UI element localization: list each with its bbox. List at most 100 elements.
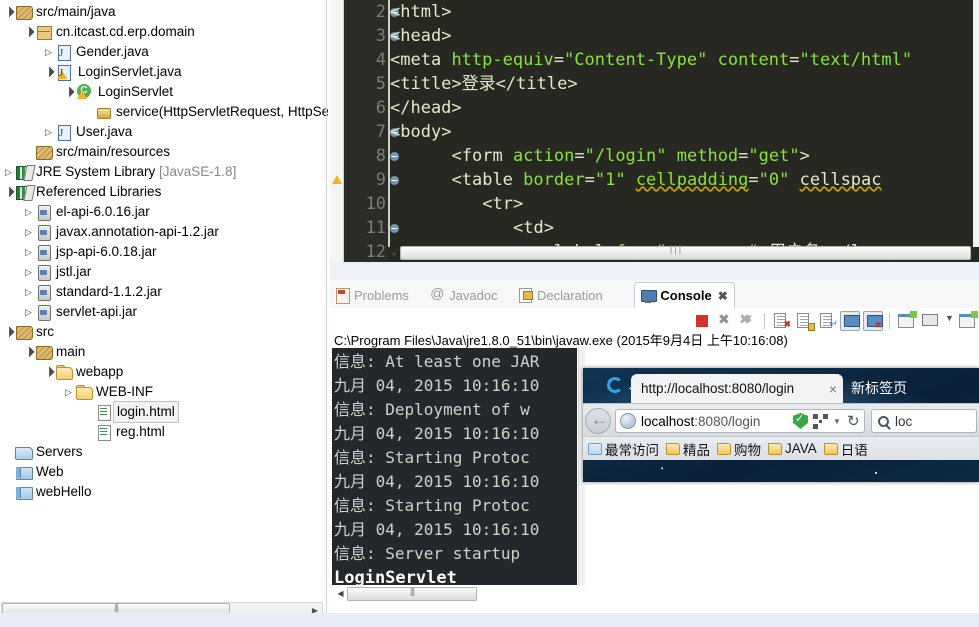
expand-arrow-icon[interactable]: [62, 382, 75, 402]
tree-item-service-httpservletrequest-httpserv[interactable]: service(HttpServletRequest, HttpServ: [0, 102, 328, 122]
code-line[interactable]: <title>登录</title>: [390, 72, 979, 96]
bookmark-most-visited[interactable]: 最常访问: [586, 439, 661, 459]
tree-item-loginservlet-java[interactable]: LoginServlet.java: [0, 62, 322, 83]
tree-item-main[interactable]: main: [0, 342, 322, 362]
close-tab-icon[interactable]: ✖: [718, 289, 728, 303]
tree-item-user-java[interactable]: User.java: [0, 122, 322, 143]
search-input[interactable]: loc: [871, 409, 977, 433]
expand-arrow-icon[interactable]: [22, 202, 35, 222]
scrollbar-thumb[interactable]: [347, 586, 477, 601]
browser-content-area[interactable]: [583, 460, 979, 482]
reload-icon[interactable]: ↻: [847, 412, 861, 430]
console-horizontal-scrollbar[interactable]: ◀: [334, 586, 576, 601]
editor-code-area[interactable]: <html> <head> <meta http-equiv="Content-Ty…: [390, 0, 979, 247]
tree-item-jre-system-library[interactable]: JRE System Library [JavaSE-1.8]: [0, 162, 322, 182]
collapse-arrow-icon[interactable]: [42, 362, 55, 383]
browser-tab-strip[interactable]: http://localhost:8080/login × 新标签页: [583, 368, 979, 403]
expand-arrow-icon[interactable]: [22, 222, 35, 242]
tree-item-servlet-api-jar[interactable]: servlet-api.jar: [0, 302, 322, 322]
terminate-button[interactable]: [692, 311, 712, 331]
qr-code-icon[interactable]: [813, 413, 828, 429]
display-selected-console-button[interactable]: [919, 311, 939, 331]
code-line[interactable]: <meta http-equiv="Content-Type" content=…: [390, 48, 979, 72]
code-line[interactable]: <form action="/login" method="get">: [390, 144, 979, 168]
expand-arrow-icon[interactable]: [22, 242, 35, 262]
show-console-on-output-button[interactable]: [840, 311, 860, 331]
expand-arrow-icon[interactable]: [22, 282, 35, 302]
console-menu-dropdown[interactable]: [942, 311, 954, 331]
tab-console[interactable]: Console ✖: [634, 282, 735, 308]
expand-arrow-icon[interactable]: [22, 262, 35, 282]
tab-javadoc[interactable]: Javadoc: [429, 283, 497, 307]
word-wrap-button[interactable]: ↵: [817, 311, 838, 331]
bookmark-JAVA[interactable]: JAVA: [766, 441, 819, 456]
scrollbar-thumb[interactable]: [400, 245, 971, 260]
pin-console-button[interactable]: [896, 311, 917, 331]
collapse-arrow-icon[interactable]: [42, 62, 55, 83]
back-button[interactable]: [585, 408, 611, 434]
collapse-arrow-icon[interactable]: [2, 182, 15, 203]
remove-all-launches-button[interactable]: [738, 311, 758, 331]
package-explorer-panel[interactable]: src/main/java cn.itcast.cd.erp.domain Gend…: [0, 0, 328, 627]
bookmarks-toolbar[interactable]: 最常访问 精品 购物 JAVA 日语: [583, 436, 979, 460]
tree-item-web[interactable]: Web: [0, 462, 322, 482]
expand-arrow-icon[interactable]: [42, 42, 55, 62]
expand-arrow-icon[interactable]: [22, 302, 35, 322]
code-line[interactable]: <td>: [390, 216, 979, 240]
view-tab-bar[interactable]: Problems Javadoc Declaration Console ✖: [330, 280, 979, 308]
tree-item-webapp[interactable]: webapp: [0, 362, 322, 382]
collapse-arrow-icon[interactable]: [62, 82, 75, 103]
code-line[interactable]: <table border="1" cellpadding="0" cellsp…: [390, 168, 979, 192]
firefox-browser-window[interactable]: http://localhost:8080/login × 新标签页 local…: [583, 368, 979, 482]
scroll-left-arrow-icon[interactable]: ◀: [334, 589, 347, 598]
tree-item-reg-html[interactable]: reg.html: [0, 422, 322, 442]
scroll-lock-button[interactable]: [794, 311, 815, 331]
code-line[interactable]: <head>: [390, 24, 979, 48]
code-line[interactable]: </head>: [390, 96, 979, 120]
tree-item-src-main-java[interactable]: src/main/java: [0, 2, 322, 22]
editor-horizontal-scrollbar[interactable]: ◀: [386, 245, 971, 260]
console-output[interactable]: 信息: At least one JAR 九月 04, 2015 10:16:10…: [332, 348, 577, 585]
bookmark-购物[interactable]: 购物: [715, 439, 763, 459]
collapse-arrow-icon[interactable]: [22, 22, 35, 43]
tree-item-javax-annotation-api-1-2-jar[interactable]: javax.annotation-api-1.2.jar: [0, 222, 322, 242]
tree-item-el-api-6-0-16-jar[interactable]: el-api-6.0.16.jar: [0, 202, 322, 222]
browser-tab-newtab[interactable]: 新标签页: [851, 378, 907, 398]
tab-declaration[interactable]: Declaration: [517, 283, 603, 307]
scroll-left-arrow-icon[interactable]: ◀: [386, 249, 400, 258]
collapse-arrow-icon[interactable]: [2, 2, 15, 23]
tree-item-standard-1-1-2-jar[interactable]: standard-1.1.2.jar: [0, 282, 322, 302]
tree-item-servers[interactable]: Servers: [0, 442, 322, 462]
tree-item-jsp-api-6-0-18-jar[interactable]: jsp-api-6.0.18.jar: [0, 242, 322, 262]
tree-item-cn-itcast-cd-erp-domain[interactable]: cn.itcast.cd.erp.domain: [0, 22, 322, 42]
warning-marker-icon[interactable]: [332, 175, 342, 184]
code-line[interactable]: <tr>: [390, 192, 979, 216]
tab-problems[interactable]: Problems: [334, 283, 409, 307]
browser-tab-active[interactable]: http://localhost:8080/login ×: [631, 374, 843, 403]
tree-item-loginservlet[interactable]: LoginServlet: [0, 82, 322, 102]
collapse-arrow-icon[interactable]: [22, 342, 35, 363]
close-tab-icon[interactable]: ×: [829, 381, 837, 397]
bookmark-精品[interactable]: 精品: [664, 439, 712, 459]
tree-item-src-main-resources[interactable]: src/main/resources: [0, 142, 322, 162]
address-bar[interactable]: localhost:8080/login ▼ ↻: [615, 409, 865, 433]
html-code-editor[interactable]: 2 3 4 5 6 7 8 9 10 11 12 <html> <head> <meta http-eq…: [330, 0, 979, 262]
open-console-button[interactable]: [957, 311, 978, 331]
tree-item-webhello[interactable]: webHello: [0, 482, 322, 502]
tree-item-gender-java[interactable]: Gender.java: [0, 42, 322, 63]
editor-marker-ruler[interactable]: [330, 0, 344, 262]
clear-console-button[interactable]: ✖: [771, 311, 791, 331]
tree-item-web-inf[interactable]: WEB-INF: [0, 382, 322, 402]
show-console-on-error-button[interactable]: [863, 311, 883, 331]
bookmark-日语[interactable]: 日语: [822, 439, 870, 459]
code-line[interactable]: <html>: [390, 0, 979, 24]
tree-item-jstl-jar[interactable]: jstl.jar: [0, 262, 322, 282]
tree-item-src[interactable]: src: [0, 322, 322, 342]
code-line[interactable]: <body>: [390, 120, 979, 144]
tree-item-login-html[interactable]: login.html: [0, 401, 322, 423]
browser-navigation-bar[interactable]: localhost:8080/login ▼ ↻ loc: [583, 403, 979, 436]
collapse-arrow-icon[interactable]: [2, 322, 15, 343]
project-tree[interactable]: src/main/java cn.itcast.cd.erp.domain Gend…: [0, 0, 328, 502]
expand-arrow-icon[interactable]: [42, 122, 55, 142]
shield-icon[interactable]: [793, 413, 808, 429]
